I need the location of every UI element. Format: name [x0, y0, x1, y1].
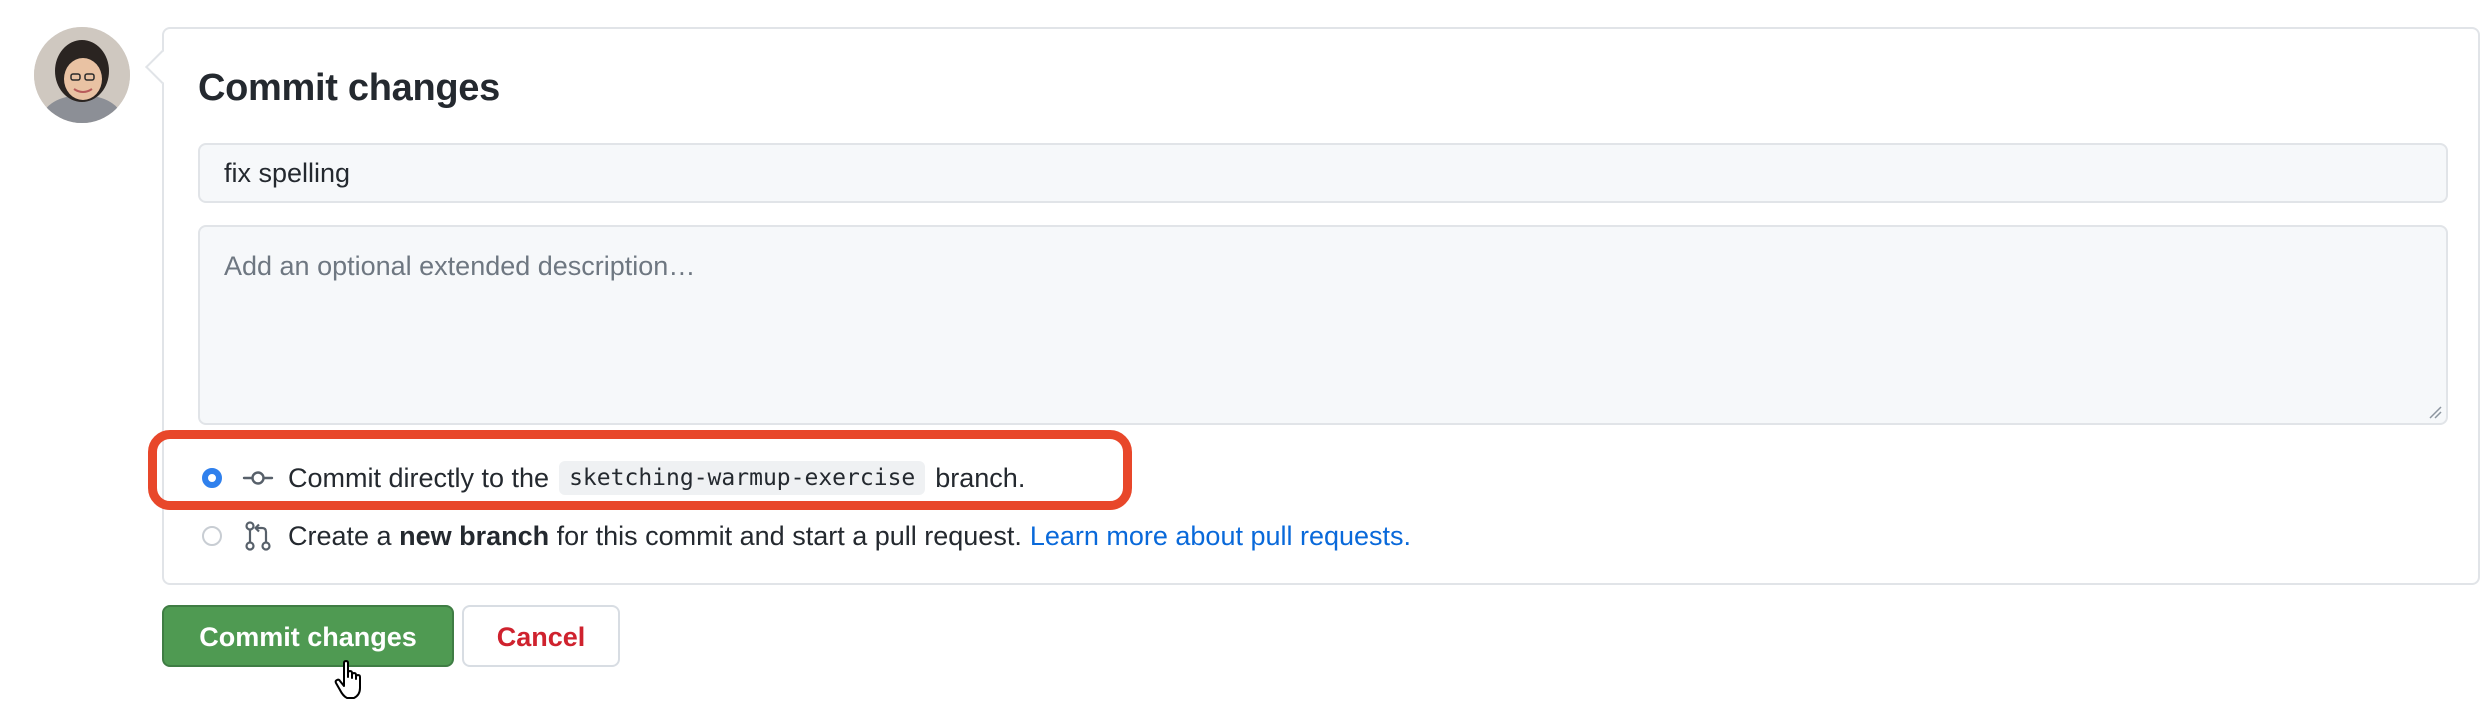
commit-summary-input[interactable] [198, 143, 2448, 203]
option-new-branch-suffix: for this commit and start a pull request… [556, 520, 1022, 551]
commit-form-panel: Commit changes Commit directly to the sk… [162, 27, 2480, 585]
radio-new-branch[interactable] [202, 526, 222, 546]
user-avatar [34, 27, 130, 123]
commit-changes-button[interactable]: Commit changes [162, 605, 454, 667]
commit-description-textarea[interactable] [198, 225, 2448, 425]
hand-pointer-cursor-icon [334, 660, 361, 699]
radio-commit-directly[interactable] [202, 468, 222, 488]
commit-changes-screen: Commit changes Commit directly to the sk… [0, 0, 2490, 708]
learn-more-pull-requests-link[interactable]: Learn more about pull requests. [1030, 521, 1411, 552]
cancel-button[interactable]: Cancel [462, 605, 620, 667]
resize-grip-icon[interactable] [2428, 405, 2442, 419]
branch-name: sketching-warmup-exercise [559, 461, 926, 495]
git-commit-icon [242, 471, 274, 485]
option-new-branch[interactable]: Create a new branch for this commit and … [202, 516, 1411, 556]
option-commit-directly-suffix: branch. [935, 462, 1026, 493]
option-new-branch-bold: new branch [399, 520, 550, 551]
git-pull-request-icon [245, 521, 271, 551]
option-new-branch-text: Create a [288, 520, 392, 551]
option-commit-directly-text: Commit directly to the [288, 462, 550, 493]
commit-form-title: Commit changes [198, 67, 500, 109]
option-commit-directly[interactable]: Commit directly to the sketching-warmup-… [202, 458, 1025, 498]
